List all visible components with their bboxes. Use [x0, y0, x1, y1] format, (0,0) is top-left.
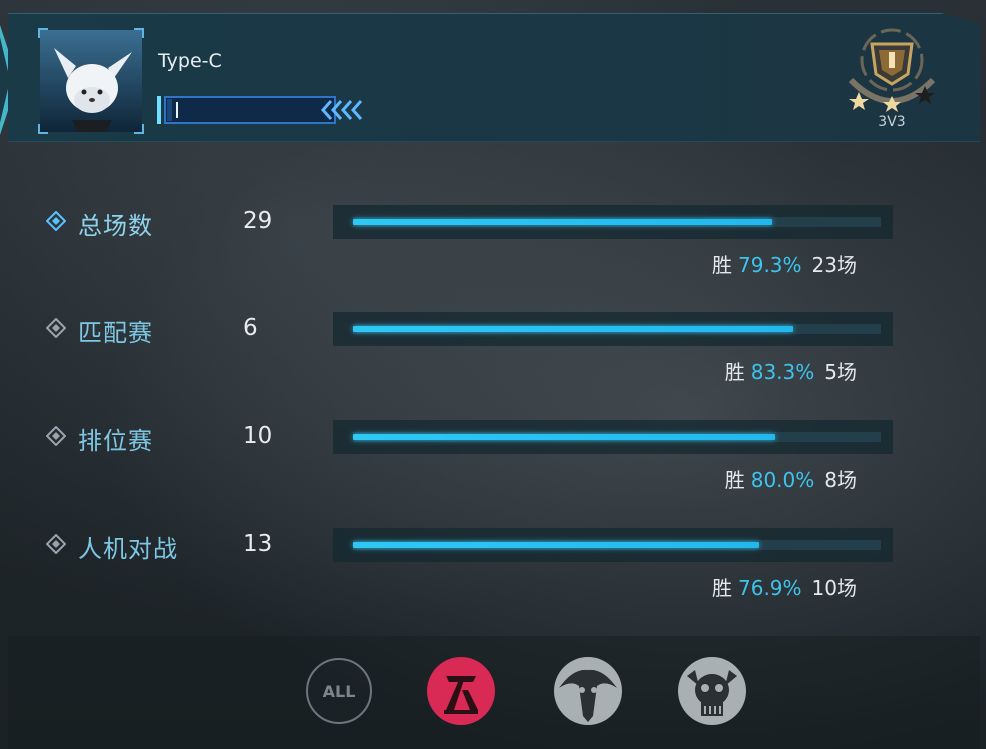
rank-badge-icon[interactable] [845, 22, 940, 112]
diamond-icon [46, 426, 66, 446]
profile-header [8, 13, 980, 142]
rank-mode-label: 3V3 [878, 114, 906, 130]
win-label: 胜 [712, 576, 732, 600]
stat-count: 6 [243, 315, 258, 341]
win-percent: 76.9% [738, 576, 802, 600]
win-rate-bar [333, 420, 893, 454]
diamond-icon [46, 534, 66, 554]
diamond-icon [46, 211, 66, 231]
diamond-icon [46, 318, 66, 338]
win-rate-track [353, 432, 881, 442]
win-rate-track [353, 324, 881, 334]
win-rate-bar [333, 312, 893, 346]
win-rate-fill [353, 542, 759, 548]
win-rate-track [353, 217, 881, 227]
stat-count: 10 [243, 423, 273, 449]
stat-label[interactable]: 匹配赛 [78, 313, 153, 348]
win-summary: 胜 79.3% 23场 [712, 249, 857, 278]
win-rate-track [353, 540, 881, 550]
filter-faction-beast-button[interactable] [553, 656, 623, 726]
stat-count: 13 [243, 531, 273, 557]
win-percent: 83.3% [750, 360, 815, 384]
win-summary: 胜 80.0% 8场 [725, 464, 857, 493]
win-summary: 胜 76.9% 10场 [712, 572, 857, 601]
filter-all-button[interactable]: ALL [304, 656, 374, 726]
win-label: 胜 [712, 253, 732, 277]
win-rate-fill [353, 326, 793, 332]
filter-faction-human-button[interactable] [426, 656, 496, 726]
player-name: Type-C [158, 50, 222, 72]
win-rate-fill [353, 219, 772, 225]
win-percent: 80.0% [750, 468, 815, 492]
experience-bar [157, 96, 362, 124]
stat-label[interactable]: 人机对战 [78, 529, 178, 564]
win-percent: 79.3% [738, 253, 802, 277]
win-rate-fill [353, 434, 775, 440]
win-rate-bar [333, 528, 893, 562]
avatar[interactable] [38, 28, 144, 134]
win-label: 胜 [724, 468, 745, 492]
win-count: 10场 [811, 576, 857, 600]
filter-all-label: ALL [323, 682, 356, 701]
win-summary: 胜 83.3% 5场 [725, 356, 857, 385]
win-label: 胜 [724, 360, 745, 384]
win-rate-bar [333, 205, 893, 239]
stat-label[interactable]: 总场数 [78, 206, 153, 241]
win-count: 5场 [824, 360, 857, 384]
stat-label[interactable]: 排位赛 [78, 421, 153, 456]
win-count: 23场 [811, 253, 857, 277]
avatar-character-icon [40, 30, 142, 132]
win-count: 8场 [824, 468, 857, 492]
filter-faction-skull-button[interactable] [677, 656, 747, 726]
stat-count: 29 [243, 208, 273, 234]
